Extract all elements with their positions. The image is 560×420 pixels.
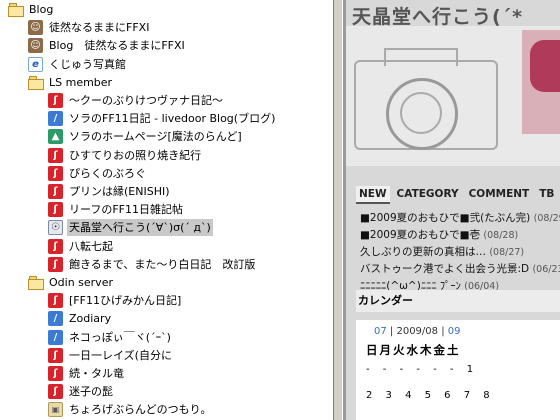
tree-feed-item[interactable]: ▣ ちょろげぶらんどのつもり。 bbox=[0, 400, 333, 419]
tab-new[interactable]: NEW bbox=[356, 186, 390, 204]
tree-feed-item[interactable]: / ソラのFF11日記 - livedoor Blog(ブログ) bbox=[0, 109, 333, 128]
ie-page-icon: e bbox=[28, 56, 44, 72]
blue-feed-icon: / bbox=[48, 311, 64, 327]
tree-item-label: Blog bbox=[29, 3, 54, 16]
tree-item-label: ～クーのぶりけつヴァナ日記～ bbox=[69, 94, 223, 107]
calendar-heading: カレンダー bbox=[356, 290, 560, 312]
post-link[interactable]: ■2009夏のおもひで■弐(たぶん完) (08/29) bbox=[360, 210, 560, 227]
calendar-prev-link[interactable]: 07 bbox=[374, 326, 387, 337]
calendar: 07 | 2009/08 | 09 日月火水木金土 - - - - - - 1 … bbox=[356, 320, 560, 420]
tree-feed-item[interactable]: / ネコっぽぃ￣ヾ(´ｰ`) bbox=[0, 328, 333, 347]
camera-inner-lens-drawing bbox=[400, 92, 442, 134]
tree-item-label: 続・タル竜 bbox=[69, 367, 124, 380]
tree-item-label: ぴらくのぶろぐ bbox=[69, 166, 146, 180]
tree-item-label: ソラのFF11日記 - livedoor Blog(ブログ) bbox=[69, 112, 276, 126]
tree-item-label: [FF11ひげみかん日記] bbox=[69, 294, 182, 308]
tree-item-label: プリンは縁(ENISHI) bbox=[69, 185, 170, 198]
tab-tb[interactable]: TB bbox=[536, 186, 557, 202]
tree-item-label: LS member bbox=[49, 75, 113, 89]
recent-posts: ■2009夏のおもひで■弐(たぶん完) (08/29) ■2009夏のおもひで■… bbox=[360, 210, 560, 295]
tree-feed-item[interactable]: ʃ 八転七起 bbox=[0, 237, 333, 256]
calendar-nav: 07 | 2009/08 | 09 bbox=[374, 326, 461, 337]
calendar-weekdays: 日月火水木金土 bbox=[366, 343, 461, 357]
header-photo-detail bbox=[530, 40, 560, 92]
tree-item-label: 飽きるまで、また～り白日記 改訂版 bbox=[69, 257, 256, 271]
post-link[interactable]: ■2009夏のおもひで■壱 (08/28) bbox=[360, 227, 560, 244]
tree-feed-item[interactable]: ʃ 飽きるまで、また～り白日記 改訂版 bbox=[0, 255, 333, 274]
tree-feed-item[interactable]: ʃ 続・タル竜 bbox=[0, 364, 333, 383]
tree-feed-item[interactable]: ʃ リーフのFF11日雑記帖 bbox=[0, 200, 333, 219]
feed-icon: ʃ bbox=[48, 202, 64, 218]
tree-feed-item[interactable]: e くじゅう写真館 bbox=[0, 55, 333, 74]
feed-icon: ʃ bbox=[48, 384, 64, 400]
tree-item-label: Zodiary bbox=[69, 312, 112, 326]
blog-title[interactable]: 天晶堂へ行こう(´* bbox=[352, 2, 523, 29]
post-link[interactable]: バストゥーク港でよく出会う光景:D (06/23) bbox=[360, 261, 560, 278]
green-feed-icon: ▲ bbox=[48, 129, 64, 145]
tree-feed-item[interactable]: / Zodiary bbox=[0, 309, 333, 328]
tree-feed-item[interactable]: ʃ [FF11ひげみかん日記] bbox=[0, 291, 333, 310]
face-feed-icon: ☺ bbox=[28, 38, 44, 54]
tree-feed-item[interactable]: ʃ ぴらくのぶろぐ bbox=[0, 164, 333, 183]
folder-icon bbox=[8, 2, 24, 17]
feed-icon: ʃ bbox=[48, 366, 64, 381]
calendar-week-1: - - - - - - 1 bbox=[366, 364, 479, 375]
feed-icon: ʃ bbox=[48, 93, 64, 108]
camera-header-image bbox=[346, 26, 560, 166]
tree-item-label: Blog 徒然なるままにFFXI bbox=[49, 39, 185, 53]
feed-icon: ʃ bbox=[48, 256, 64, 272]
tree-feed-item[interactable]: ʃ ひすてりおの照り焼き紀行 bbox=[0, 146, 333, 165]
tree-folder[interactable]: LS member bbox=[0, 73, 333, 92]
post-link[interactable]: 久しぶりの更新の真相は… (08/27) bbox=[360, 244, 560, 261]
blue-feed-icon: / bbox=[48, 329, 64, 345]
tree-item-label: ネコっぽぃ￣ヾ(´ｰ`) bbox=[69, 330, 171, 344]
tree-folder[interactable]: Blog bbox=[0, 0, 333, 19]
tree-item-label: 徒然なるままにFFXI bbox=[49, 21, 150, 35]
blue-feed-icon: / bbox=[48, 111, 64, 127]
face-feed-icon: ☺ bbox=[28, 20, 44, 36]
tree-item-label: 天晶堂へ行こう(´∀`)σ(´ д`) bbox=[67, 219, 213, 237]
tree-feed-item[interactable]: ▲ ソラのホームページ[魔法のらんど] bbox=[0, 127, 333, 146]
feed-tree: Blog ☺ 徒然なるままにFFXI ☺ Blog 徒然なるままにFFXI e くじゅう写真… bbox=[0, 0, 333, 420]
tree-item-label: Odin server bbox=[49, 276, 113, 289]
tree-feed-item[interactable]: ʃ プリンは縁(ENISHI) bbox=[0, 182, 333, 201]
tree-item-label: ソラのホームページ[魔法のらんど] bbox=[69, 130, 242, 144]
feed-icon: ʃ bbox=[48, 293, 64, 309]
tree-item-label: リーフのFF11日雑記帖 bbox=[69, 203, 183, 217]
tree-item-label: 八転七起 bbox=[69, 239, 113, 253]
feed-icon: ʃ bbox=[48, 238, 64, 254]
tab-category[interactable]: CATEGORY bbox=[394, 186, 462, 202]
pane-splitter[interactable] bbox=[333, 0, 343, 420]
folder-icon bbox=[28, 275, 44, 290]
image-feed-icon: ▣ bbox=[48, 402, 64, 418]
tree-feed-item[interactable]: ʃ 一日一レイズ(自分に bbox=[0, 346, 333, 365]
feed-icon: ʃ bbox=[48, 347, 64, 363]
calendar-week-2: 2 3 4 5 6 7 8 bbox=[366, 390, 495, 401]
tree-item-label: 一日一レイズ(自分に bbox=[69, 348, 172, 362]
calendar-current-month: 2009/08 bbox=[396, 326, 439, 337]
tree-feed-item[interactable]: ☺ 徒然なるままにFFXI bbox=[0, 18, 333, 37]
lock-feed-icon: ☉ bbox=[48, 220, 64, 236]
tab-comment[interactable]: COMMENT bbox=[466, 186, 533, 202]
folder-icon bbox=[28, 75, 44, 90]
tree-folder[interactable]: Odin server bbox=[0, 273, 333, 292]
feed-icon: ʃ bbox=[48, 147, 64, 163]
tree-item-label: ひすてりおの照り焼き紀行 bbox=[69, 148, 202, 162]
feed-icon: ʃ bbox=[48, 165, 64, 181]
tree-feed-item[interactable]: ☺ Blog 徒然なるままにFFXI bbox=[0, 36, 333, 55]
blog-preview-pane: 天晶堂へ行こう(´* NEWCATEGORYCOMMENTTBI ■2009夏の… bbox=[346, 0, 560, 420]
calendar-next-link[interactable]: 09 bbox=[448, 326, 461, 337]
tree-feed-item[interactable]: ʃ 迷子の髭 bbox=[0, 382, 333, 401]
tree-feed-item[interactable]: ☉ 天晶堂へ行こう(´∀`)σ(´ д`) bbox=[0, 218, 333, 237]
blog-nav: NEWCATEGORYCOMMENTTBI bbox=[356, 186, 560, 204]
tree-item-label: ちょろげぶらんどのつもり。 bbox=[69, 403, 212, 417]
tree-item-label: 迷子の髭 bbox=[69, 385, 113, 399]
tree-item-label: くじゅう写真館 bbox=[49, 57, 126, 71]
feed-icon: ʃ bbox=[48, 184, 64, 199]
tree-feed-item[interactable]: ʃ ～クーのぶりけつヴァナ日記～ bbox=[0, 91, 333, 110]
